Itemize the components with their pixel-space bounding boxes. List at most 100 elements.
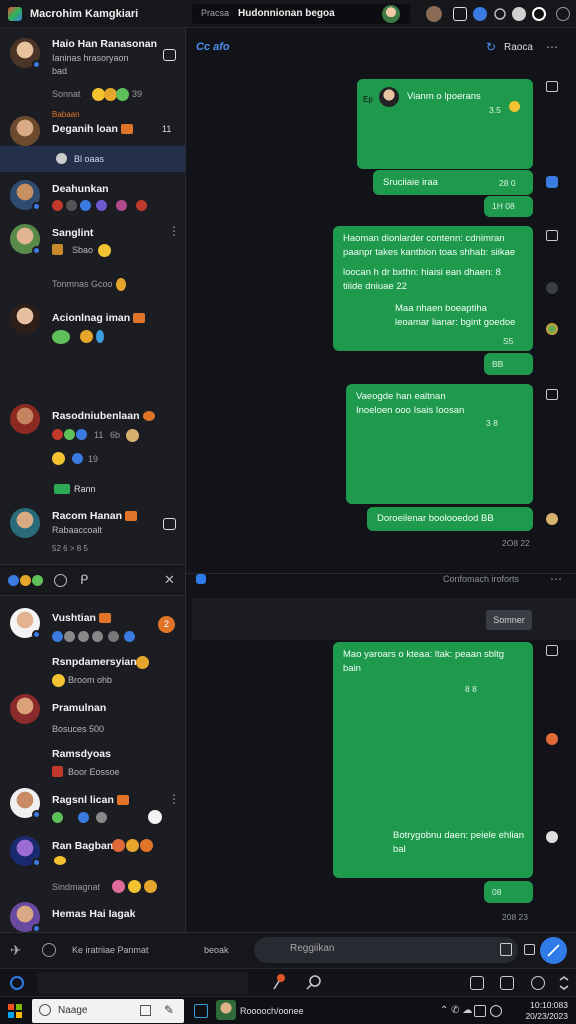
message-bubble[interactable]: BB	[484, 353, 533, 375]
avatar	[10, 508, 40, 538]
help-icon[interactable]	[531, 976, 545, 990]
reply-icon[interactable]	[546, 81, 558, 92]
timestamp: 2O8 22	[502, 538, 530, 548]
forward-icon[interactable]	[546, 831, 558, 843]
emoji-icon	[116, 278, 126, 291]
expand-icon[interactable]	[558, 976, 570, 990]
menu-icon[interactable]	[556, 7, 570, 21]
share-icon[interactable]	[500, 976, 514, 990]
composer-hint: Ke iratriiae Panmat	[72, 945, 149, 955]
title-avatar[interactable]	[382, 5, 400, 23]
tray-icons[interactable]: ⌃ ✆ ☁	[440, 1005, 472, 1016]
reply-icon[interactable]	[546, 645, 558, 656]
battery-icon[interactable]	[474, 1005, 486, 1017]
clock-icon[interactable]	[54, 574, 67, 587]
header-link[interactable]: Cc afo	[196, 41, 230, 53]
reaction-icon	[148, 810, 162, 824]
emoji-icon[interactable]	[42, 943, 56, 957]
chat-icon[interactable]	[163, 518, 176, 530]
link-icon[interactable]: ᑭ	[80, 572, 88, 588]
avatar	[10, 608, 41, 639]
explorer-icon[interactable]	[194, 1004, 208, 1018]
emoji-icon	[112, 839, 125, 852]
more-icon[interactable]: ⋮	[168, 792, 180, 806]
chat-icon[interactable]	[163, 49, 176, 61]
taskbar-app-label[interactable]: Rooooch/oonee	[240, 1006, 304, 1016]
more-icon[interactable]: ⋯	[546, 40, 558, 54]
message-bubble[interactable]: Ep Vianm o lpoerans 3.5	[357, 79, 533, 169]
message-text: Doroeilenar boolooedod BB	[377, 513, 494, 524]
app-taskbar-icon[interactable]	[216, 1000, 236, 1020]
more-icon[interactable]: ⋯	[550, 572, 562, 586]
home-icon[interactable]	[10, 976, 24, 990]
title-search[interactable]: Pracsa Hudonnionan begoa	[192, 4, 410, 24]
settings-icon[interactable]	[493, 7, 507, 21]
message-bubble[interactable]: Sruciiaie iraa 28 0	[373, 170, 533, 195]
message-bubble[interactable]: 1H 08	[484, 196, 533, 217]
chat-item[interactable]: Vushtian 2	[0, 604, 185, 646]
reaction-icon	[78, 812, 89, 823]
reply-icon[interactable]	[546, 389, 558, 400]
file-icon[interactable]	[500, 943, 512, 956]
message-text: loocan h dr bxthn: hiaisi ean dhaen: 8	[343, 267, 501, 278]
message-input[interactable]: Reggiikan	[254, 937, 518, 963]
system-clock[interactable]: 10:10:083 20/23/2023	[525, 1000, 568, 1022]
reaction-icon[interactable]	[546, 733, 558, 745]
pin-icon[interactable]	[196, 574, 206, 584]
search-icon[interactable]	[306, 974, 322, 990]
send-button[interactable]	[540, 937, 567, 964]
chat-item[interactable]: Sanglint Sbao ⋮	[0, 222, 185, 262]
header-action[interactable]: Raoca	[504, 42, 533, 53]
profile-icon[interactable]	[512, 7, 526, 21]
attach-icon[interactable]: ✈	[10, 942, 22, 959]
refresh-icon[interactable]: ↻	[486, 40, 496, 54]
more-icon[interactable]: ⋮	[168, 224, 180, 238]
chat-item[interactable]: Rasodniubenlaan 11 6b 19	[0, 402, 185, 482]
windows-icon[interactable]	[8, 1004, 22, 1018]
chat-item[interactable]: Deahunkan	[0, 178, 185, 218]
clock-date: 20/23/2023	[525, 1011, 568, 1021]
message-text: paanpr takes kantbion toas shhab: siikae	[343, 247, 516, 258]
grid-icon[interactable]	[453, 7, 467, 21]
status-icon[interactable]	[473, 7, 487, 21]
chat-preview: Rabaaccoalt	[52, 525, 103, 535]
emoji-icon	[509, 101, 520, 112]
message-bubble[interactable]: Mao yaroars o kteaa: ltak: peaan sbltg b…	[333, 642, 533, 878]
message-text: Vianm o lpoerans	[407, 91, 481, 102]
chat-name: Deganih loan	[52, 123, 133, 135]
close-icon[interactable]: ✕	[164, 572, 175, 588]
banner-button[interactable]: Somner	[486, 610, 532, 630]
toolbar-field[interactable]	[38, 972, 248, 994]
window-icon[interactable]	[470, 976, 484, 990]
taskbar-search[interactable]: Naage ✎	[32, 999, 184, 1023]
reaction-icon[interactable]	[546, 323, 558, 335]
filter-icon[interactable]	[32, 575, 43, 586]
chat-item[interactable]: Deganih loan 11	[0, 116, 185, 146]
message-time: 1H 08	[492, 201, 515, 211]
chat-item[interactable]: Acionlnag iman	[0, 304, 185, 348]
chat-preview: Bl oaas	[74, 154, 105, 164]
reply-icon[interactable]	[546, 230, 558, 241]
group-icon[interactable]	[426, 6, 442, 22]
reaction-icon	[52, 631, 63, 642]
message-bubble[interactable]: Doroeilenar boolooedod BB	[367, 507, 533, 531]
emoji-icon	[128, 880, 141, 893]
avatar	[379, 87, 399, 107]
message-bubble[interactable]: Haoman dionlarder contenn: cdnimran paan…	[333, 226, 533, 351]
forward-icon[interactable]	[546, 176, 558, 188]
filter-icon[interactable]	[20, 575, 31, 586]
chat-item[interactable]: Haio Han Ranasonan Ianinas hrasoryaon ba…	[0, 32, 185, 84]
chat-item[interactable]: Racom Hanan Rabaaccoalt 52 6 > 8 5	[0, 504, 185, 562]
account-icon[interactable]	[532, 7, 546, 21]
status-badge	[142, 411, 155, 422]
filter-icon[interactable]	[8, 575, 19, 586]
conversation-pane: Cc afo ↻ Raoca ⋯ Ep Vianm o lpoerans 3.5…	[186, 28, 576, 932]
task-view-icon[interactable]	[140, 1005, 151, 1016]
chat-item-selected[interactable]: Bl oaas	[0, 146, 185, 172]
message-bubble[interactable]: 08	[484, 881, 533, 903]
mic-icon[interactable]	[272, 973, 286, 991]
image-icon[interactable]	[524, 944, 535, 955]
pen-icon[interactable]: ✎	[164, 1003, 174, 1017]
network-icon[interactable]	[490, 1005, 502, 1017]
reaction-icon[interactable]	[546, 513, 558, 525]
